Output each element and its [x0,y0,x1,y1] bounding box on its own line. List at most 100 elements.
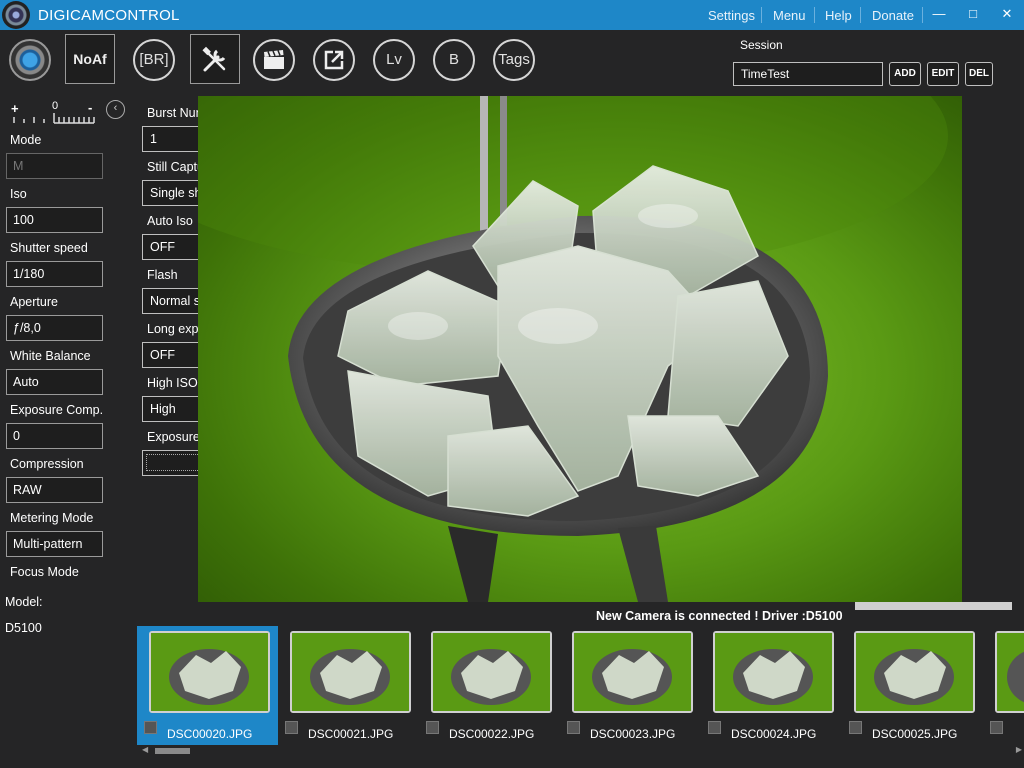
thumbnail-filename: DSC00025.JPG [872,727,958,741]
external-link-icon [324,50,344,70]
menu-separator [922,7,923,23]
thumbnail-image [149,631,270,713]
menu-menu[interactable]: Menu [773,8,806,23]
menu-donate[interactable]: Donate [872,8,914,23]
bracketing-button[interactable]: [BR] [133,39,175,81]
thumbnail-filename: DSC00022.JPG [449,727,535,741]
exposure-scale: + 0 - [10,100,100,127]
compression-dropdown[interactable]: RAW [6,477,103,503]
thumbnail-preview [715,633,832,711]
thumbnail-item[interactable]: DSC00025.JPG [842,626,983,745]
thumbnail-scrollbar[interactable]: ◀ ▶ [140,745,1024,757]
tags-icon: Tags [498,51,530,68]
aperture-label: Aperture [10,295,58,309]
thumbnail-preview [574,633,691,711]
thumbnail-image [431,631,552,713]
shutter-speed-label: Shutter speed [10,241,88,255]
thumbnail-image [713,631,834,713]
chevron-left-icon: ‹ [113,102,118,114]
mode-label: Mode [10,133,42,147]
metering-mode-dropdown[interactable]: Multi-pattern [6,531,103,557]
bulb-button[interactable]: B [433,39,475,81]
menu-help[interactable]: Help [825,8,852,23]
thumbnail-item[interactable]: DSC00021.JPG [278,626,419,745]
thumbnail-checkbox[interactable] [144,721,157,734]
app-title: DIGICAMCONTROL [38,7,180,24]
thumbnail-item[interactable]: DSC00022.JPG [419,626,560,745]
mode-dropdown: M [6,153,103,179]
thumbnail-checkbox[interactable] [990,721,1003,734]
external-link-button[interactable] [313,39,355,81]
thumbnail-preview [151,633,268,711]
thumbnail-filename: DSC00024.JPG [731,727,817,741]
session-del-button[interactable]: DEL [965,62,993,86]
scroll-left-icon[interactable]: ◀ [142,745,148,754]
menu-separator [761,7,762,23]
thumbnail-checkbox[interactable] [285,721,298,734]
iso-label: Iso [10,187,27,201]
thumbnail-preview [292,633,409,711]
noaf-button[interactable]: NoAf [65,34,115,84]
model-value: D5100 [5,621,42,635]
exposure-comp-label: Exposure Comp. [10,403,104,417]
white-balance-label: White Balance [10,349,91,363]
thumbnail-image [995,631,1024,713]
focus-mode-label: Focus Mode [10,565,79,579]
capture-button[interactable] [9,39,51,81]
thumbnail-preview [433,633,550,711]
thumbnail-filename: DSC00021.JPG [308,727,394,741]
bracketing-label: [BR] [139,51,169,68]
tags-button[interactable]: Tags [493,39,535,81]
thumbnail-preview [856,633,973,711]
aperture-dropdown[interactable]: ƒ/8,0 [6,315,103,341]
title-bar: DIGICAMCONTROL Settings Menu Help Donate… [0,0,1024,30]
thumbnail-checkbox[interactable] [426,721,439,734]
bulb-icon: B [448,51,459,68]
image-preview[interactable] [198,96,962,602]
exposure-ticks [13,113,95,124]
ice-strainer-image [198,96,948,602]
noaf-icon: NoAf [73,51,107,67]
menu-settings[interactable]: Settings [708,8,755,23]
thumbnail-filename: DSC00020.JPG [167,727,253,741]
thumbnail-checkbox[interactable] [708,721,721,734]
thumbnail-item[interactable]: DSC00024.JPG [701,626,842,745]
movie-button[interactable] [253,39,295,81]
thumbnail-image [854,631,975,713]
liveview-icon: Lv [386,51,402,68]
maximize-button[interactable]: □ [965,6,981,22]
app-logo-icon [2,1,30,29]
session-label: Session [740,38,783,52]
tools-icon [202,46,226,72]
model-label: Model: [5,595,43,609]
scrollbar-thumb[interactable] [155,748,190,754]
thumbnail-image [290,631,411,713]
compression-label: Compression [10,457,84,471]
menu-separator [860,7,861,23]
thumbnail-checkbox[interactable] [567,721,580,734]
scroll-right-icon[interactable]: ▶ [1016,745,1022,754]
exposure-zero: 0 [52,100,59,112]
session-input[interactable]: TimeTest [733,62,883,86]
collapse-panel-button[interactable]: ‹ [106,100,125,119]
thumbnail-item-partial[interactable] [983,626,1024,745]
exposure-comp-dropdown[interactable]: 0 [6,423,103,449]
session-edit-button[interactable]: EDIT [927,62,959,86]
shutter-speed-dropdown[interactable]: 1/180 [6,261,103,287]
liveview-button[interactable]: Lv [373,39,415,81]
thumbnail-item[interactable]: DSC00023.JPG [560,626,701,745]
progress-bar [855,602,1012,610]
menu-separator [814,7,815,23]
minimize-button[interactable]: — [931,6,947,22]
thumbnail-image [572,631,693,713]
tools-button[interactable] [190,34,240,84]
thumbnail-preview [997,633,1024,711]
white-balance-dropdown[interactable]: Auto [6,369,103,395]
thumbnail-filename: DSC00023.JPG [590,727,676,741]
close-button[interactable]: ✕ [999,6,1015,22]
thumbnail-checkbox[interactable] [849,721,862,734]
iso-dropdown[interactable]: 100 [6,207,103,233]
metering-mode-label: Metering Mode [10,511,94,525]
thumbnail-item[interactable]: DSC00020.JPG [137,626,278,745]
session-add-button[interactable]: ADD [889,62,921,86]
